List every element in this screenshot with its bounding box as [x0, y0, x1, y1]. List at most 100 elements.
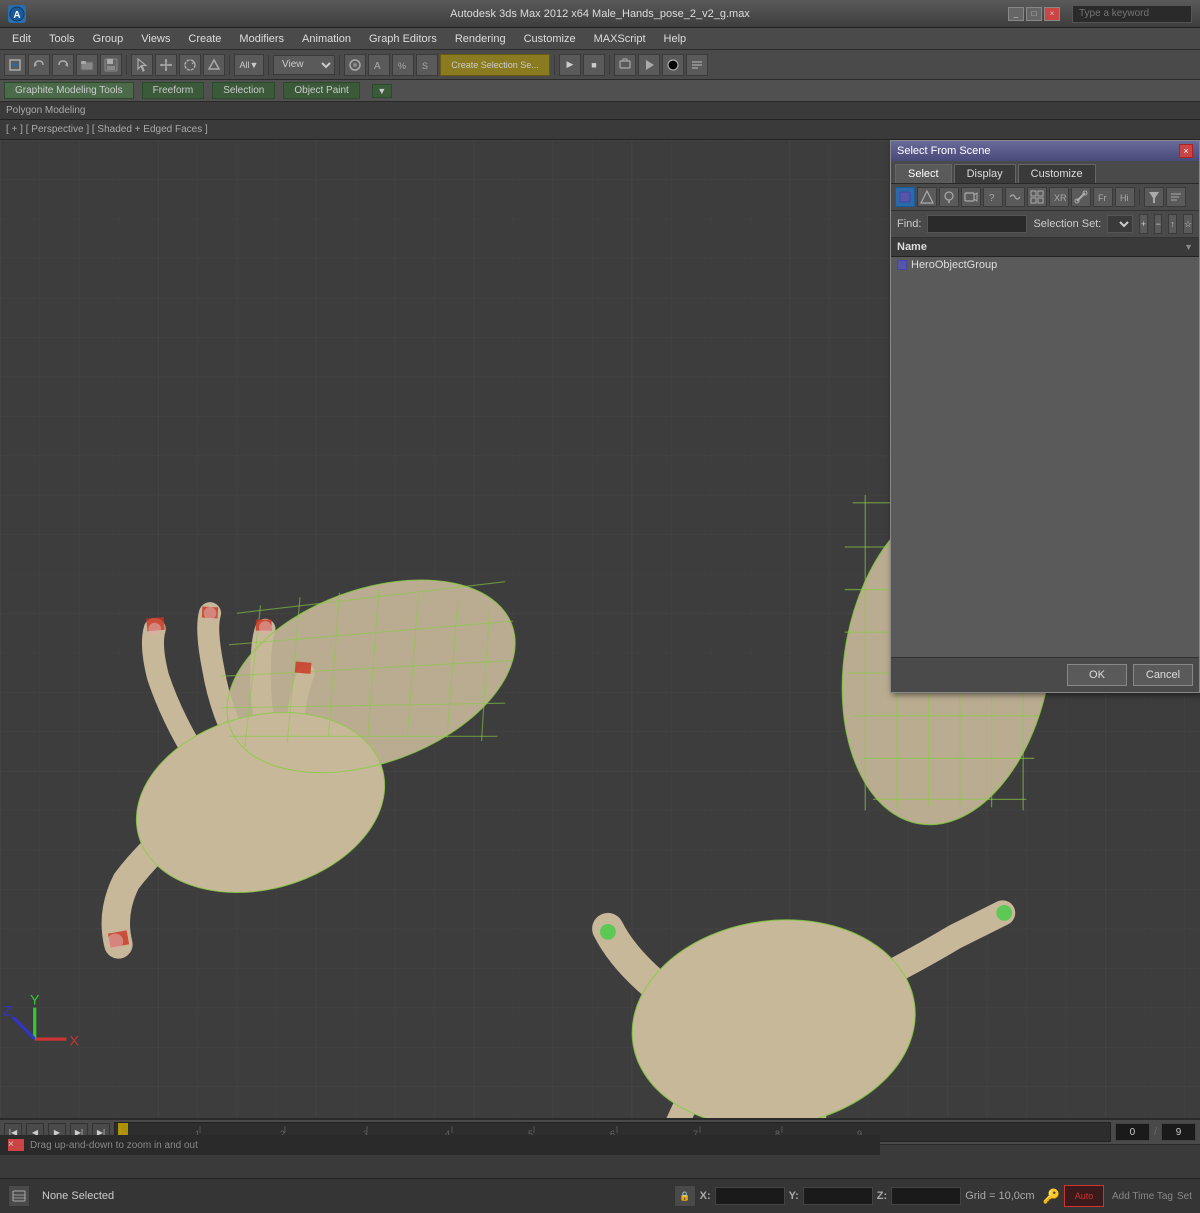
- menu-graph-editors[interactable]: Graph Editors: [361, 31, 445, 47]
- sfs-tab-customize[interactable]: Customize: [1018, 164, 1096, 183]
- play-button[interactable]: ▶: [559, 54, 581, 76]
- menu-create[interactable]: Create: [180, 31, 229, 47]
- mode-button[interactable]: [4, 54, 26, 76]
- open-button[interactable]: [76, 54, 98, 76]
- search-input[interactable]: [1072, 5, 1192, 23]
- sfs-tab-select[interactable]: Select: [895, 164, 952, 183]
- bottom-toolbar: None Selected 🔒 X: Y: Z: Grid = 10,0cm 🔑…: [0, 1178, 1200, 1213]
- menu-group[interactable]: Group: [85, 31, 132, 47]
- command-panel-toggle[interactable]: [8, 1185, 30, 1207]
- scale-tool[interactable]: [203, 54, 225, 76]
- sfs-btn-filter[interactable]: [1144, 187, 1164, 207]
- percent-snap[interactable]: %: [392, 54, 414, 76]
- main-toolbar: All▼ View Screen World A % S Create Sele…: [0, 50, 1200, 80]
- selection-set-dropdown[interactable]: [1107, 215, 1133, 233]
- sfs-dialog: Select From Scene × Select Display Custo…: [890, 140, 1200, 693]
- graphite-bar: Graphite Modeling Tools Freeform Selecti…: [0, 80, 1200, 102]
- expand-button[interactable]: ▼: [372, 84, 392, 98]
- redo-button[interactable]: [52, 54, 74, 76]
- tab-object-paint[interactable]: Object Paint: [283, 82, 359, 99]
- sort-icon: ▼: [1184, 242, 1193, 252]
- find-input[interactable]: [927, 215, 1027, 233]
- stop-button[interactable]: ■: [583, 54, 605, 76]
- sfs-btn-cameras[interactable]: [961, 187, 981, 207]
- snap-toggle[interactable]: [344, 54, 366, 76]
- title-text: Autodesk 3ds Max 2012 x64 Male_Hands_pos…: [450, 8, 750, 20]
- sfs-btn-groups[interactable]: [1027, 187, 1047, 207]
- spinner-snap[interactable]: S: [416, 54, 438, 76]
- coord-dropdown[interactable]: View Screen World: [273, 55, 335, 75]
- sfs-btn-hidden[interactable]: Hi: [1115, 187, 1135, 207]
- end-frame-input[interactable]: [1161, 1123, 1196, 1141]
- menu-modifiers[interactable]: Modifiers: [231, 31, 292, 47]
- angle-snap[interactable]: A: [368, 54, 390, 76]
- sel-set-highlight[interactable]: ☆: [1183, 214, 1193, 234]
- move-tool[interactable]: [155, 54, 177, 76]
- sfs-title: Select From Scene: [897, 145, 991, 157]
- minimize-button[interactable]: _: [1008, 7, 1024, 21]
- render-button[interactable]: [638, 54, 660, 76]
- sfs-btn-xrefs[interactable]: XR: [1049, 187, 1069, 207]
- rotate-tool[interactable]: [179, 54, 201, 76]
- material-editor[interactable]: [662, 54, 684, 76]
- sfs-title-bar: Select From Scene ×: [891, 141, 1199, 161]
- undo-button[interactable]: [28, 54, 50, 76]
- sfs-btn-space-warps[interactable]: [1005, 187, 1025, 207]
- tab-freeform[interactable]: Freeform: [142, 82, 205, 99]
- hint-text: Drag up-and-down to zoom in and out: [30, 1140, 198, 1151]
- menu-customize[interactable]: Customize: [516, 31, 584, 47]
- close-button[interactable]: ×: [1044, 7, 1060, 21]
- sfs-tab-display[interactable]: Display: [954, 164, 1016, 183]
- menu-views[interactable]: Views: [133, 31, 178, 47]
- ok-button[interactable]: OK: [1067, 664, 1127, 686]
- svg-text:XR: XR: [1054, 193, 1066, 203]
- polygon-modeling-label: Polygon Modeling: [6, 105, 86, 116]
- y-coord-input[interactable]: [803, 1187, 873, 1205]
- sfs-btn-all-geom[interactable]: [895, 187, 915, 207]
- sel-set-btn1[interactable]: +: [1139, 214, 1148, 234]
- sfs-object-list[interactable]: HeroObjectGroup: [891, 257, 1199, 657]
- sfs-close-button[interactable]: ×: [1179, 144, 1193, 158]
- menu-help[interactable]: Help: [656, 31, 695, 47]
- cancel-button[interactable]: Cancel: [1133, 664, 1193, 686]
- auto-button[interactable]: Auto: [1064, 1185, 1104, 1207]
- menu-edit[interactable]: Edit: [4, 31, 39, 47]
- svg-text:A: A: [13, 10, 20, 21]
- sfs-btn-sort[interactable]: [1166, 187, 1186, 207]
- menu-rendering[interactable]: Rendering: [447, 31, 514, 47]
- svg-text:Z: Z: [3, 1003, 12, 1019]
- window-controls[interactable]: _ □ ×: [1008, 7, 1060, 21]
- all-dropdown[interactable]: All▼: [234, 54, 264, 76]
- hint-close-button[interactable]: ×: [8, 1139, 24, 1151]
- lock-icon[interactable]: 🔒: [674, 1185, 696, 1207]
- app-icon: A: [8, 5, 26, 23]
- z-coord-input[interactable]: [891, 1187, 961, 1205]
- list-item[interactable]: HeroObjectGroup: [891, 257, 1199, 273]
- key-icon: 🔑: [1043, 1188, 1060, 1205]
- separator: [126, 55, 127, 75]
- svg-text:Fr: Fr: [1098, 193, 1107, 203]
- sel-set-btn3[interactable]: ↑: [1168, 214, 1177, 234]
- sfs-separator: [1139, 189, 1140, 205]
- create-selection-set[interactable]: Create Selection Se...: [440, 54, 550, 76]
- sfs-btn-helpers[interactable]: ?: [983, 187, 1003, 207]
- sfs-btn-frozen[interactable]: Fr: [1093, 187, 1113, 207]
- sfs-btn-shapes[interactable]: [917, 187, 937, 207]
- named-sel-sets[interactable]: [686, 54, 708, 76]
- save-button[interactable]: [100, 54, 122, 76]
- sel-set-btn2[interactable]: −: [1154, 214, 1163, 234]
- tab-graphite-modeling[interactable]: Graphite Modeling Tools: [4, 82, 134, 99]
- sfs-btn-bones[interactable]: [1071, 187, 1091, 207]
- x-coord-input[interactable]: [715, 1187, 785, 1205]
- find-label: Find:: [897, 218, 921, 230]
- menu-tools[interactable]: Tools: [41, 31, 83, 47]
- select-tool[interactable]: [131, 54, 153, 76]
- sfs-btn-lights[interactable]: [939, 187, 959, 207]
- current-frame-input[interactable]: [1115, 1123, 1150, 1141]
- menu-animation[interactable]: Animation: [294, 31, 359, 47]
- maximize-button[interactable]: □: [1026, 7, 1042, 21]
- menu-maxscript[interactable]: MAXScript: [586, 31, 654, 47]
- tab-selection[interactable]: Selection: [212, 82, 275, 99]
- render-setup[interactable]: [614, 54, 636, 76]
- viewport[interactable]: X Y Z Select From Scene × Select Display…: [0, 140, 1200, 1118]
